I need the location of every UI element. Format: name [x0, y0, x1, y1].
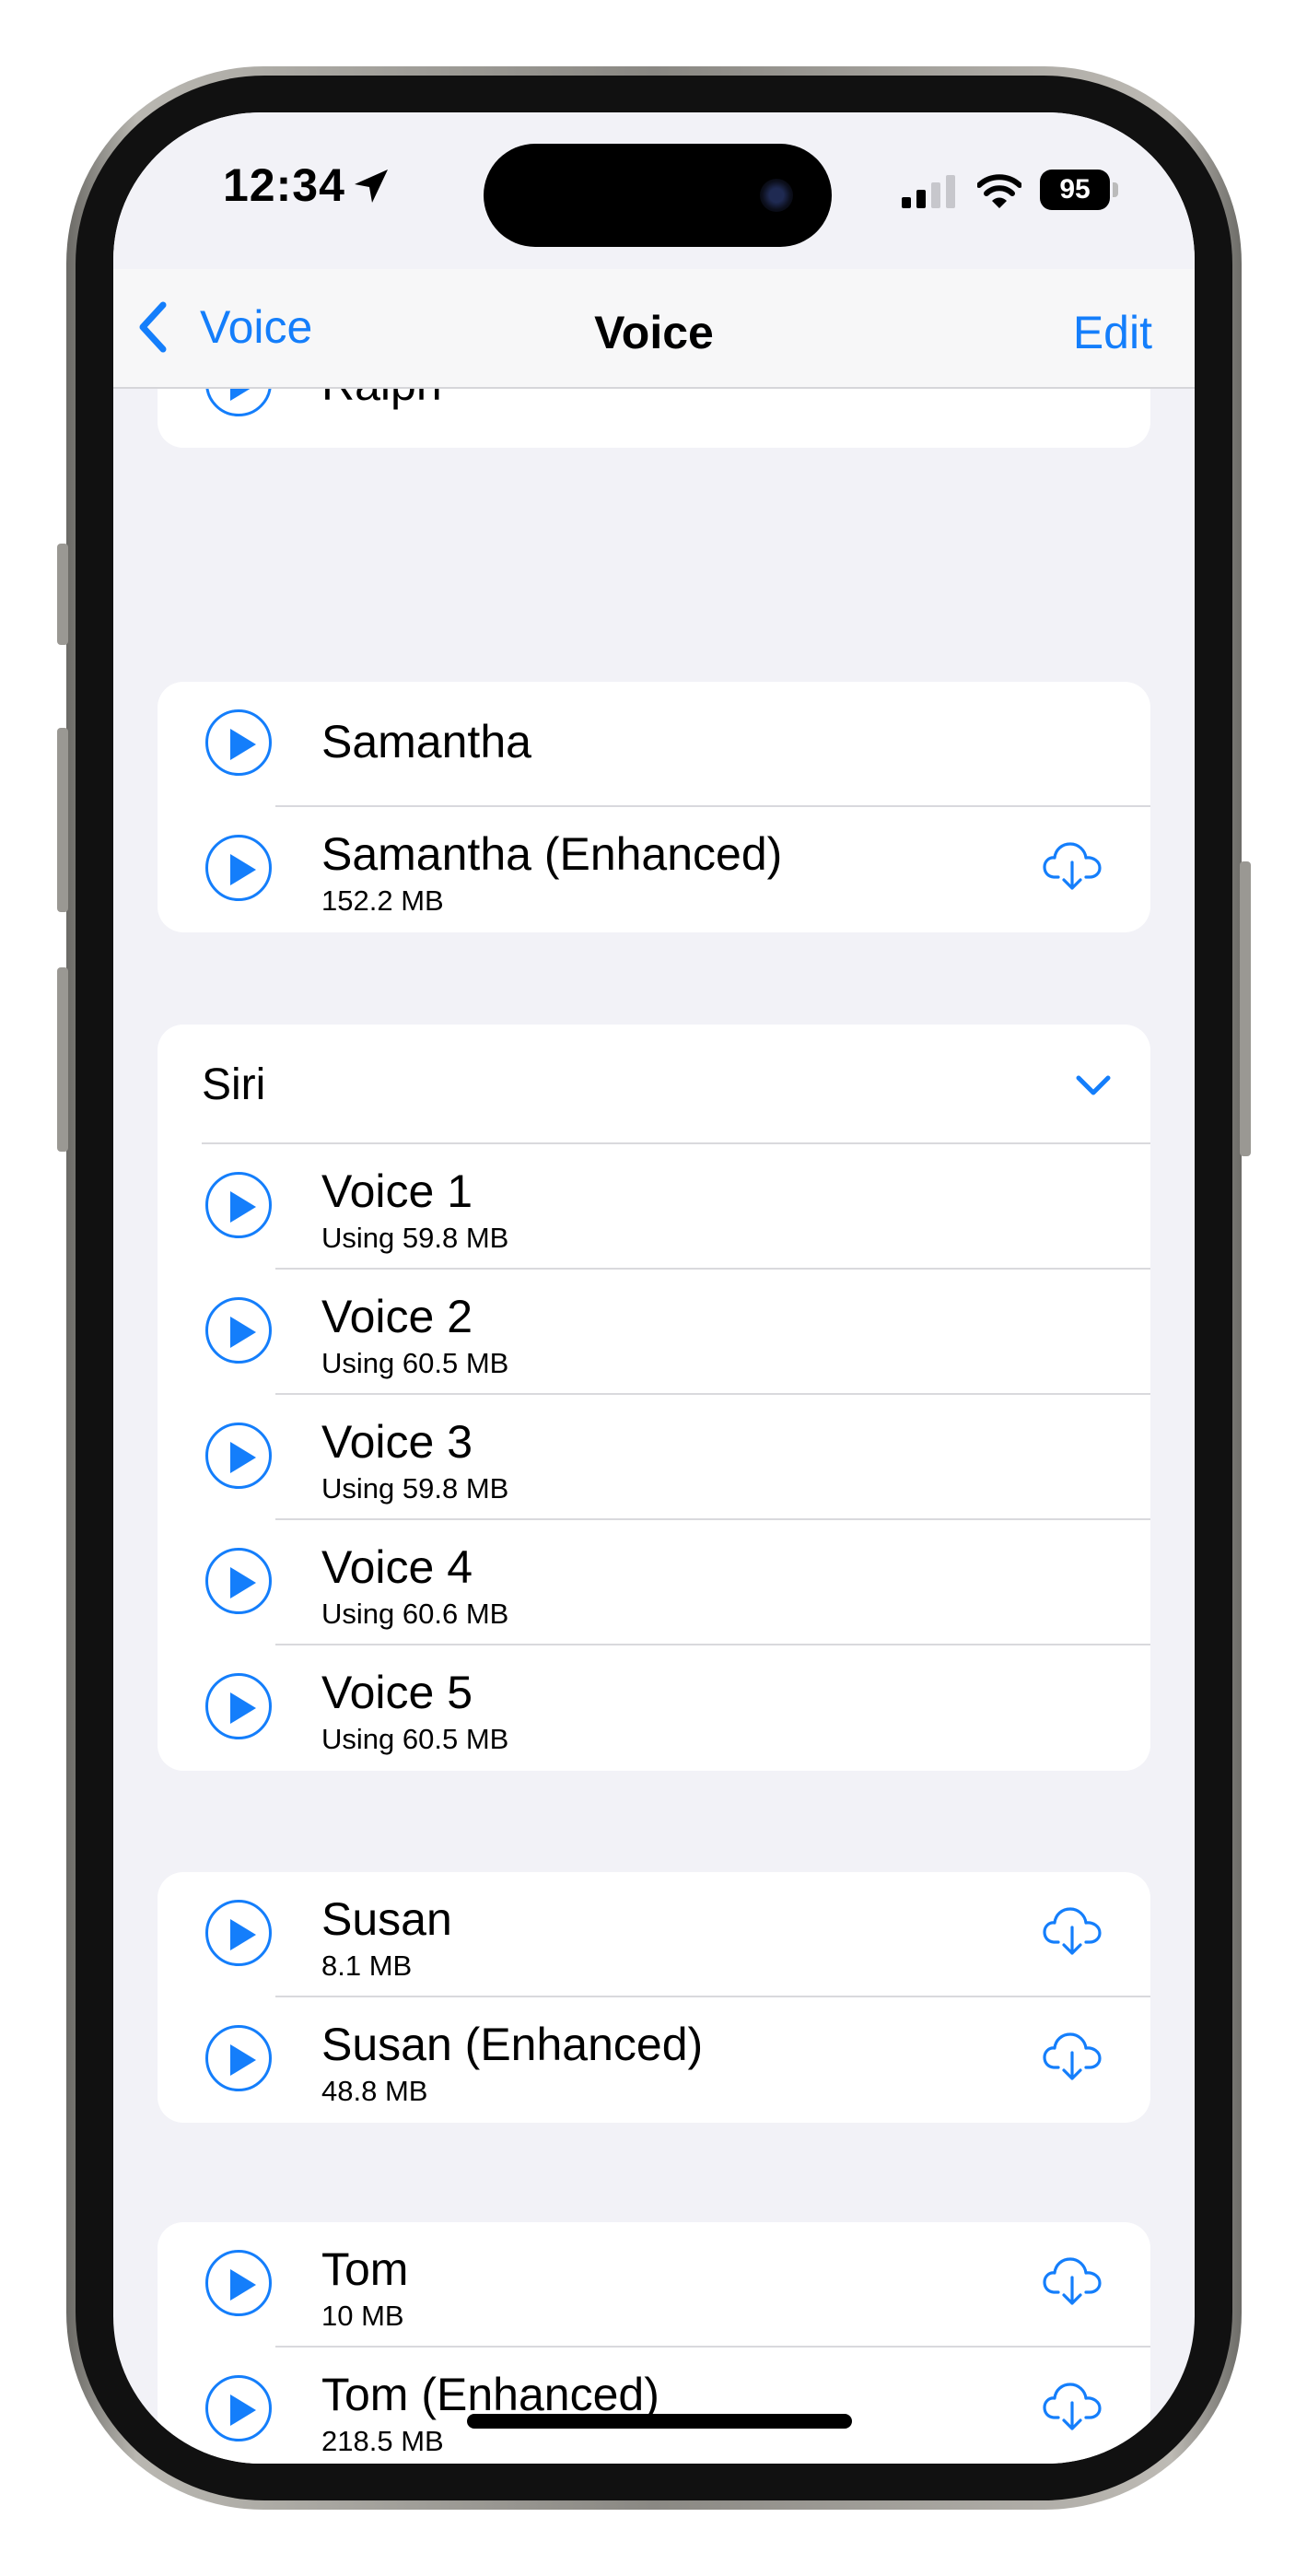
voice-name: Voice 4 [321, 1541, 473, 1593]
voice-size: Using 59.8 MB [321, 1472, 509, 1505]
list-item[interactable]: Susan (Enhanced) 48.8 MB [158, 1997, 1150, 2123]
chevron-down-icon[interactable] [1075, 1072, 1112, 1098]
list-item[interactable]: Voice 1 Using 59.8 MB [158, 1144, 1150, 1270]
play-icon[interactable] [205, 389, 272, 416]
status-time: 12:34 [223, 159, 345, 211]
wifi-icon [977, 174, 1021, 208]
cellular-signal-icon [902, 175, 955, 208]
voice-group-samantha: Samantha Samantha (Enhanced) 152.2 MB [158, 682, 1150, 932]
list-item[interactable]: Tom 10 MB [158, 2222, 1150, 2348]
play-icon[interactable] [205, 2375, 272, 2441]
list-item[interactable]: Samantha (Enhanced) 152.2 MB [158, 807, 1150, 932]
play-icon[interactable] [205, 2250, 272, 2316]
voice-name: Voice 1 [321, 1165, 473, 1217]
voice-group-siri: Siri Voice 1 Using 59.8 MB Voice 2 Using… [158, 1025, 1150, 1771]
play-icon[interactable] [205, 2025, 272, 2091]
list-item[interactable]: Voice 5 Using 60.5 MB [158, 1645, 1150, 1771]
play-icon[interactable] [205, 1423, 272, 1489]
voice-name: Tom [321, 2243, 409, 2295]
voice-size: Using 60.6 MB [321, 1598, 509, 1630]
cloud-download-icon[interactable] [1042, 2025, 1103, 2086]
play-icon[interactable] [205, 1900, 272, 1966]
play-icon[interactable] [205, 1172, 272, 1238]
cloud-download-icon[interactable] [1042, 2250, 1103, 2311]
voice-name: Samantha (Enhanced) [321, 828, 783, 880]
play-icon[interactable] [205, 709, 272, 776]
edit-button[interactable]: Edit [1073, 306, 1152, 359]
voice-size: Using 59.8 MB [321, 1222, 509, 1254]
voice-size: 152.2 MB [321, 884, 444, 917]
cloud-download-icon[interactable] [1042, 2375, 1103, 2436]
voice-group-ralph: Ralph [158, 389, 1150, 448]
voice-name: Susan (Enhanced) [321, 2019, 704, 2070]
play-icon[interactable] [205, 1548, 272, 1614]
navigation-bar: Voice Voice Edit [113, 269, 1195, 389]
status-bar: 12:34 95 [113, 112, 1195, 269]
dynamic-island [484, 144, 832, 247]
volume-up-button [57, 728, 68, 912]
siri-group-label: Siri [202, 1060, 266, 1109]
voice-size: 48.8 MB [321, 2075, 428, 2107]
voice-name: Voice 2 [321, 1291, 473, 1342]
voice-name: Ralph [321, 389, 442, 411]
voice-group-susan: Susan 8.1 MB Susan (Enhanced) 48.8 MB [158, 1872, 1150, 2123]
voice-size: Using 60.5 MB [321, 1723, 509, 1755]
cloud-download-icon[interactable] [1042, 835, 1103, 896]
battery-cap [1113, 182, 1118, 197]
side-button [1240, 861, 1251, 1156]
front-camera [760, 179, 793, 212]
voice-name: Samantha [321, 716, 531, 767]
voice-name: Susan [321, 1893, 452, 1945]
play-icon[interactable] [205, 1297, 272, 1364]
list-item[interactable]: Voice 3 Using 59.8 MB [158, 1395, 1150, 1520]
cloud-download-icon[interactable] [1042, 1900, 1103, 1961]
screen: 12:34 95 Voice Voice Edit Samantha Saman… [113, 112, 1195, 2464]
list-item[interactable]: Samantha [158, 682, 1150, 807]
voice-name: Voice 3 [321, 1416, 473, 1468]
voice-size: 10 MB [321, 2300, 404, 2332]
list-item[interactable]: Tom (Enhanced) 218.5 MB [158, 2348, 1150, 2464]
voice-list[interactable]: Ralph Samantha Samantha (Enhanced) 152.2… [113, 389, 1195, 2464]
voice-size: 218.5 MB [321, 2425, 444, 2457]
play-icon[interactable] [205, 835, 272, 901]
play-icon[interactable] [205, 1673, 272, 1739]
siri-group-header[interactable]: Siri [158, 1025, 1150, 1144]
voice-name: Voice 5 [321, 1667, 473, 1718]
home-indicator[interactable] [467, 2414, 852, 2429]
list-item[interactable]: Voice 2 Using 60.5 MB [158, 1270, 1150, 1395]
action-button [57, 544, 68, 645]
voice-size: 8.1 MB [321, 1950, 413, 1982]
list-item[interactable]: Susan 8.1 MB [158, 1872, 1150, 1997]
location-arrow-icon [355, 170, 388, 203]
list-item[interactable]: Voice 4 Using 60.6 MB [158, 1520, 1150, 1645]
battery-indicator: 95 [1040, 170, 1110, 210]
list-item[interactable]: Ralph [158, 389, 1150, 448]
volume-down-button [57, 967, 68, 1152]
voice-size: Using 60.5 MB [321, 1347, 509, 1379]
page-title: Voice [594, 307, 714, 358]
